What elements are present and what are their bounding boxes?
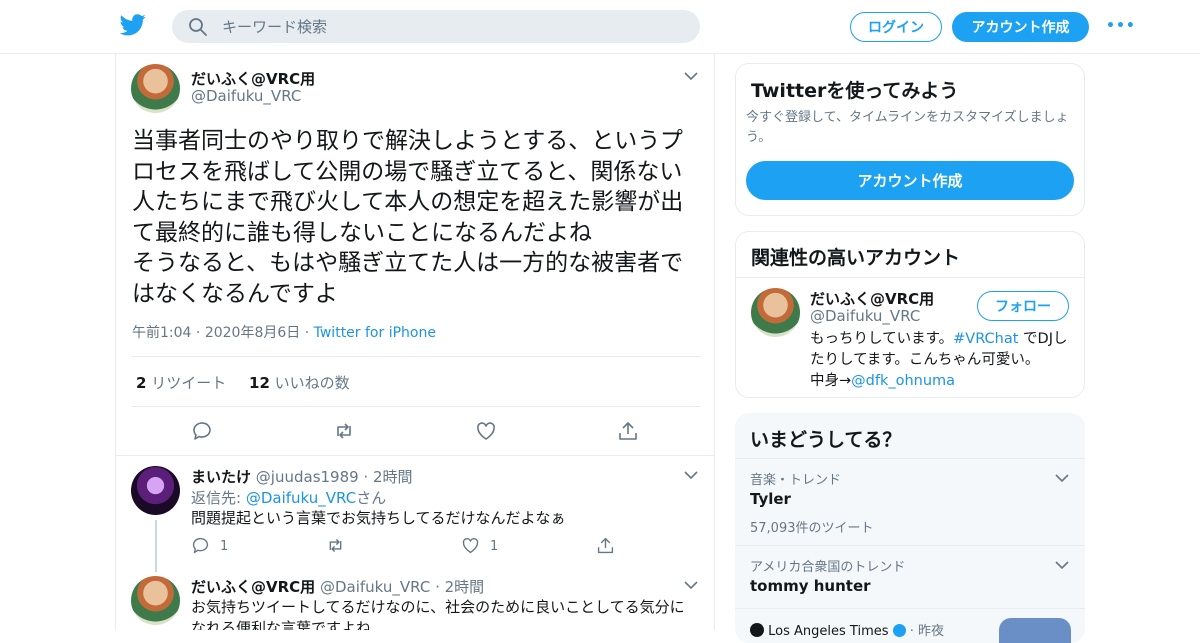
replying-to: 返信先: @Daifuku_VRCさん (191, 487, 386, 508)
chevron-down-icon[interactable] (684, 71, 698, 81)
divider (735, 608, 1085, 609)
reply-header: だいふく@VRC用 @Daifuku_VRC · 2時間 (191, 578, 485, 596)
trend-tweet-count: 57,093件のツイート (750, 521, 874, 536)
reply-icon[interactable] (191, 420, 213, 442)
news-thumbnail[interactable] (999, 618, 1071, 643)
account-bio: もっちりしています。#VRChat でDJしたりしてます。こんちゃん可愛い。 中… (810, 329, 1070, 392)
search-box[interactable] (172, 10, 700, 43)
trend-name: Tyler (750, 490, 791, 508)
more-options-icon[interactable]: ••• (1106, 18, 1135, 34)
divider (116, 455, 714, 456)
signup-card: Twitterを使ってみよう 今すぐ登録して、タイムラインをカスタマイズしましょ… (735, 63, 1085, 216)
avatar[interactable] (131, 64, 180, 113)
reply-text: お気持ちツイートしてるだけなのに、社会のために良いことしてる気分になれる便利な言… (191, 598, 685, 630)
chevron-down-icon[interactable] (1055, 560, 1069, 570)
reply-time[interactable]: 2時間 (445, 578, 485, 596)
avatar[interactable] (751, 288, 800, 337)
retweet-stat-label: リツイート (151, 374, 227, 392)
top-navigation-bar: ログイン アカウント作成 ••• (0, 0, 1200, 54)
verified-badge-icon (892, 624, 906, 637)
reply-count: 1 (220, 539, 229, 554)
tweet-text: 当事者同士のやり取りで解決しようとする、というプロセスを飛ばして公開の場で騒ぎ立… (132, 128, 684, 307)
tweet-stats: 2 リツイート 12 いいねの数 (136, 372, 350, 393)
tweet-time[interactable]: 午前1:04 (132, 325, 191, 341)
reply-author-handle[interactable]: @juudas1989 (256, 468, 359, 486)
retweet-icon[interactable] (326, 536, 345, 555)
divider (735, 545, 1085, 546)
trends-card: いまどうしてる？ 音楽・トレンド Tyler 57,093件のツイート アメリカ… (735, 413, 1085, 643)
news-source-logo-icon (750, 623, 764, 637)
thread-connector (155, 520, 157, 572)
tweet-date[interactable]: 2020年8月6日 (205, 325, 300, 341)
divider (736, 277, 1084, 278)
tweet-timestamp: 午前1:04 · 2020年8月6日 · Twitter for iPhone (132, 325, 436, 341)
retweet-stat[interactable]: 2 リツイート (136, 374, 226, 392)
avatar[interactable] (131, 466, 180, 515)
reply-icon[interactable] (191, 536, 210, 555)
author-name[interactable]: だいふく@VRC用 (191, 68, 315, 89)
twitter-bird-icon[interactable] (120, 14, 146, 36)
avatar[interactable] (131, 576, 180, 625)
create-account-button[interactable]: アカウント作成 (746, 161, 1074, 200)
related-accounts-card: 関連性の高いアカウント だいふく@VRC用 @Daifuku_VRC フォロー … (735, 231, 1085, 398)
trends-title: いまどうしてる？ (750, 429, 902, 451)
reply-time[interactable]: 2時間 (373, 468, 413, 486)
divider (735, 458, 1085, 459)
like-stat[interactable]: 12 いいねの数 (249, 374, 350, 392)
chevron-down-icon[interactable] (1055, 473, 1069, 483)
chevron-down-icon[interactable] (684, 470, 698, 480)
like-count: 12 (249, 374, 270, 392)
tweet-source-link[interactable]: Twitter for iPhone (314, 325, 436, 341)
author-handle[interactable]: @Daifuku_VRC (191, 87, 301, 105)
like-icon[interactable] (461, 536, 480, 555)
like-stat-label: いいねの数 (274, 374, 350, 392)
reply-author-handle[interactable]: @Daifuku_VRC (320, 578, 430, 596)
chevron-down-icon[interactable] (684, 580, 698, 590)
divider (132, 356, 700, 357)
news-source-name: Los Angeles Times (768, 624, 889, 639)
replying-to-label: 返信先: (191, 489, 242, 507)
bio-text: もっちりしています。 (810, 331, 954, 347)
reply-author-name[interactable]: まいたけ (191, 468, 251, 486)
signup-button[interactable]: アカウント作成 (952, 12, 1089, 42)
reply-text: 問題提起という言葉でお気持ちしてるだけなんだよなぁ (191, 509, 566, 527)
reply-header: まいたけ @juudas1989 · 2時間 (191, 468, 413, 486)
share-icon[interactable] (617, 420, 639, 442)
search-icon (189, 18, 207, 36)
search-input[interactable] (222, 10, 682, 43)
trend-context: 音楽・トレンド (750, 473, 842, 488)
reply-author-name[interactable]: だいふく@VRC用 (191, 578, 315, 596)
share-icon[interactable] (596, 536, 615, 555)
signup-card-subtitle: 今すぐ登録して、タイムラインをカスタマイズしましょう。 (746, 110, 1069, 145)
retweet-count: 2 (136, 374, 147, 392)
news-time: 昨夜 (918, 624, 945, 639)
like-count: 1 (490, 539, 499, 554)
related-accounts-title: 関連性の高いアカウント (751, 247, 961, 269)
follow-button[interactable]: フォロー (977, 291, 1069, 321)
login-button[interactable]: ログイン (850, 12, 942, 42)
retweet-icon[interactable] (333, 420, 355, 442)
signup-card-title: Twitterを使ってみよう (751, 80, 959, 102)
divider (132, 406, 700, 407)
mention-link[interactable]: @dfk_ohnuma (851, 373, 955, 389)
hashtag-link[interactable]: #VRChat (953, 331, 1018, 347)
account-handle[interactable]: @Daifuku_VRC (810, 307, 920, 325)
trend-context: アメリカ合衆国のトレンド (750, 560, 906, 575)
account-name[interactable]: だいふく@VRC用 (810, 288, 934, 309)
tweet-thread-column: だいふく@VRC用 @Daifuku_VRC 当事者同士のやり取りで解決しようと… (115, 54, 715, 630)
replying-to-suffix: さん (356, 489, 387, 507)
trend-name: tommy hunter (750, 577, 871, 595)
like-icon[interactable] (475, 420, 497, 442)
replying-to-handle[interactable]: @Daifuku_VRC (246, 489, 356, 507)
